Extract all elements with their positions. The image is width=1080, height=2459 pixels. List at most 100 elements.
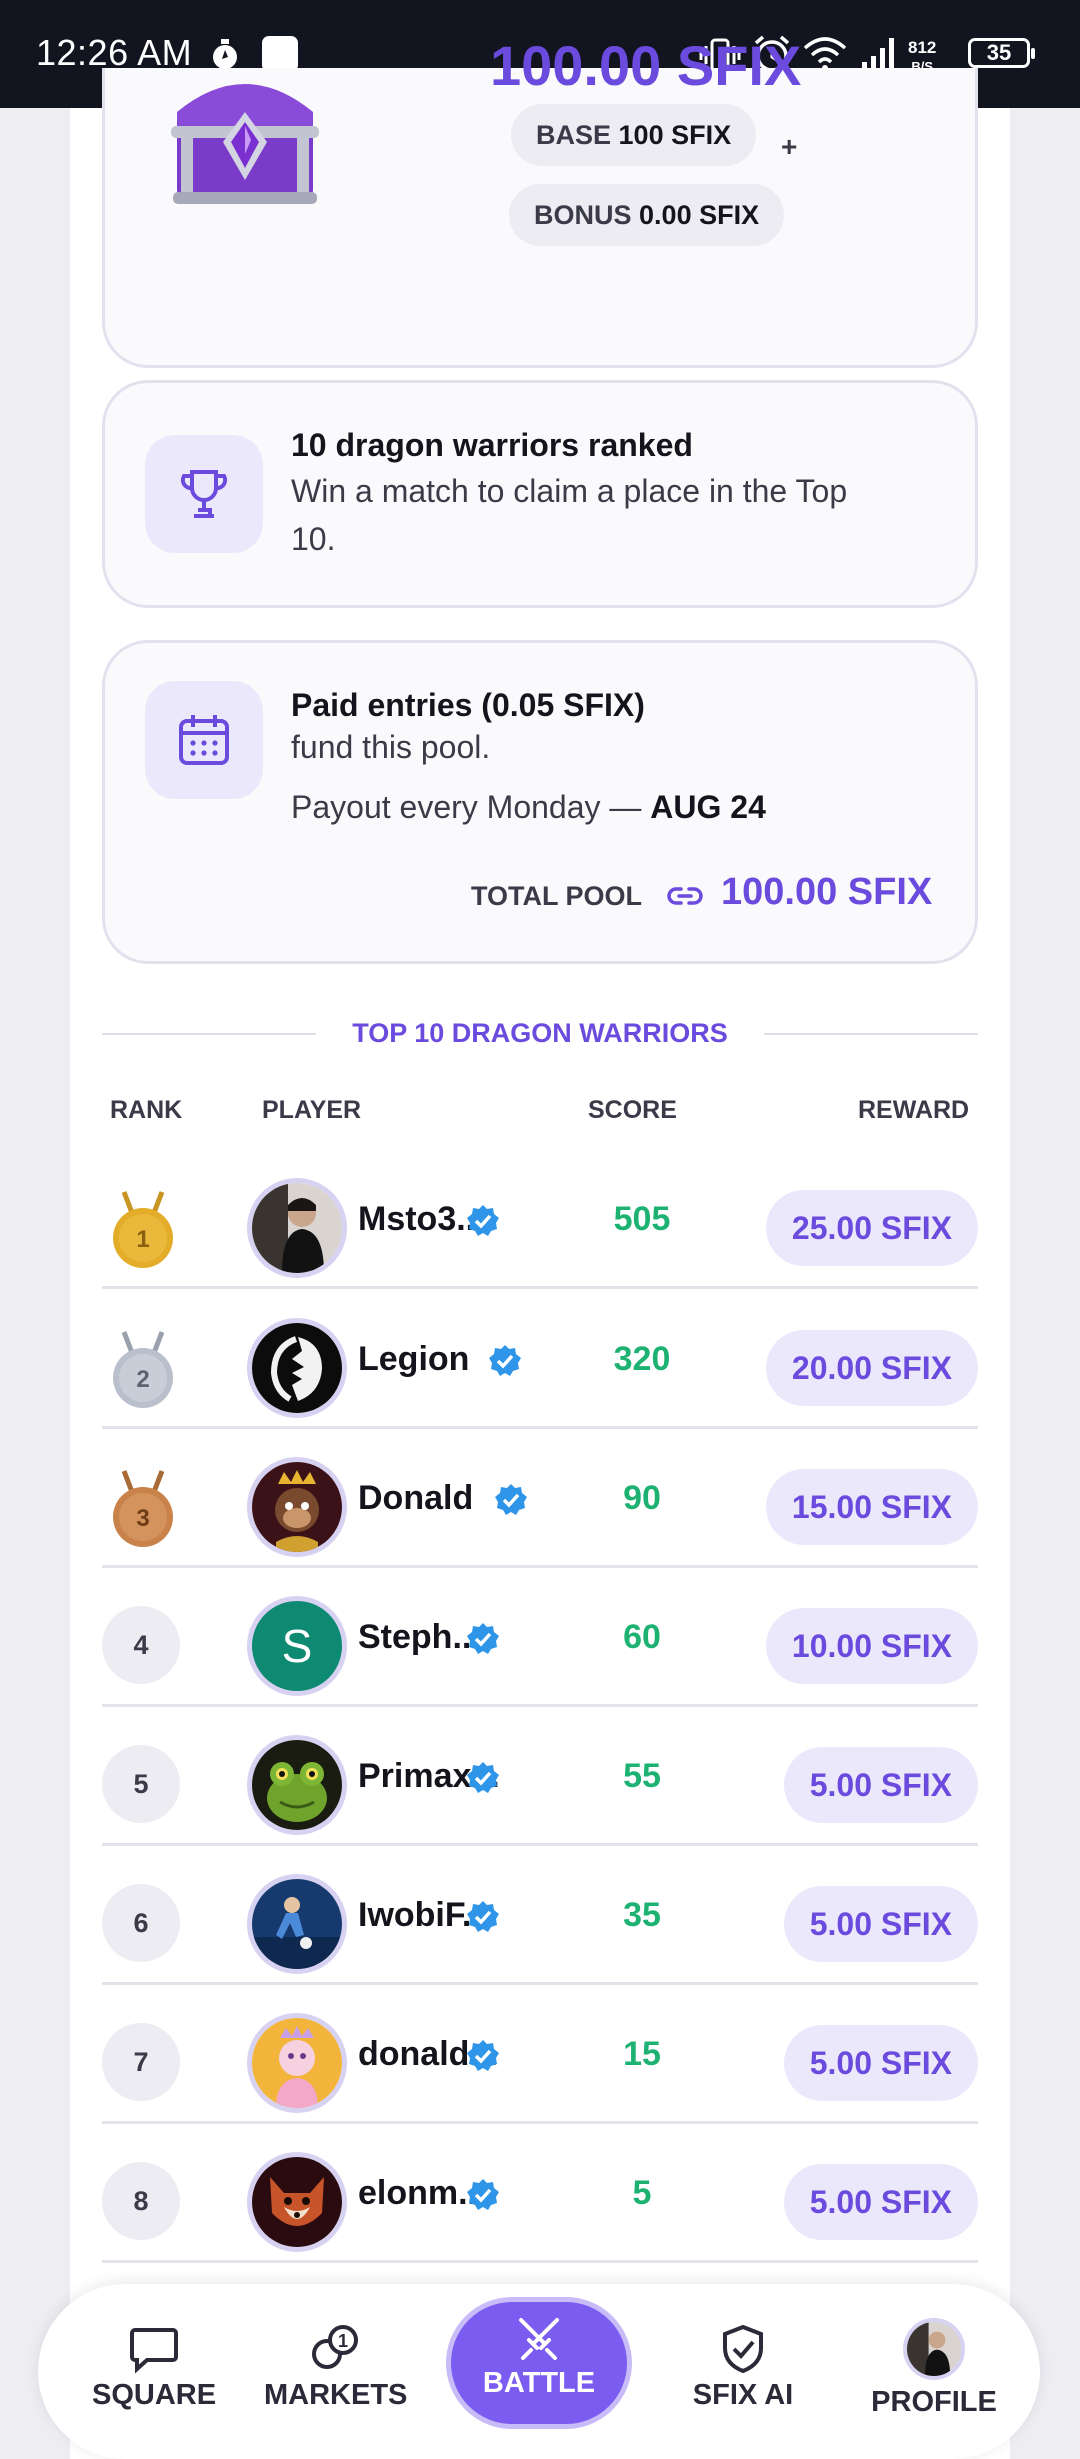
battery-indicator: 35 [968, 38, 1035, 68]
verified-badge-icon [467, 1901, 499, 1932]
svg-text:1: 1 [136, 1226, 149, 1253]
nav-profile-label: PROFILE [871, 2386, 997, 2418]
avatar[interactable] [247, 1178, 347, 1278]
nav-square[interactable]: SQUARE [92, 2284, 216, 2412]
silver-medal-icon: 2 [113, 1331, 173, 1408]
pool-title: Paid entries (0.05 SFIX) [291, 687, 645, 723]
reward-pill: 5.00 SFIX [783, 1886, 978, 1962]
score-value: 90 [623, 1479, 661, 1517]
nav-markets[interactable]: 1 MARKETS [264, 2284, 408, 2412]
link-icon [667, 887, 703, 905]
header-reward: REWARD [858, 1096, 970, 1124]
header-rank: RANK [110, 1096, 183, 1124]
nav-profile[interactable]: PROFILE [864, 2284, 1004, 2419]
nav-markets-label: MARKETS [264, 2379, 408, 2411]
svg-text:3: 3 [136, 1505, 149, 1532]
ranked-info-card: 10 dragon warriors ranked Win a match to… [102, 380, 978, 608]
reward-pill: 25.00 SFIX [765, 1190, 978, 1266]
wifi-icon [803, 37, 847, 71]
score-value: 60 [623, 1618, 661, 1656]
avatar[interactable] [247, 1457, 347, 1557]
pool-info-card: Paid entries (0.05 SFIX) fund this pool.… [102, 640, 978, 964]
reward-pill: 5.00 SFIX [783, 2164, 978, 2240]
table-row[interactable]: 4 S Steph... 60 10.00 SFIX [102, 1568, 978, 1707]
signal-icon [862, 38, 894, 70]
crossed-swords-icon [519, 2318, 559, 2360]
player-name[interactable]: Legion [358, 1340, 469, 1379]
verified-badge-icon [495, 1484, 527, 1515]
nav-sfix-ai[interactable]: SFIX AI [678, 2284, 808, 2412]
rank-number: 8 [102, 2162, 180, 2240]
verified-badge-icon [467, 1205, 499, 1236]
score-value: 5 [632, 2174, 652, 2212]
score-value: 505 [613, 1200, 671, 1238]
treasure-chest-icon [171, 84, 319, 204]
rank-number: 6 [102, 1884, 180, 1962]
reward-pill: 20.00 SFIX [765, 1330, 978, 1406]
avatar[interactable] [247, 1318, 347, 1418]
table-row[interactable]: 6 IwobiF... 35 5.00 SFIX [102, 1846, 978, 1985]
verified-badge-icon [467, 2040, 499, 2071]
bronze-medal-icon: 3 [113, 1470, 173, 1547]
avatar[interactable] [247, 2152, 347, 2252]
reward-pill: 10.00 SFIX [765, 1608, 978, 1684]
ranked-title: 10 dragon warriors ranked [291, 427, 693, 463]
avatar[interactable]: S [247, 1596, 347, 1696]
avatar[interactable] [247, 1735, 347, 1835]
header-score: SCORE [588, 1096, 677, 1124]
nav-square-label: SQUARE [92, 2379, 217, 2411]
verified-badge-icon [467, 1623, 499, 1654]
table-row[interactable]: 1 Msto3... 505 25.00 SFIX [102, 1150, 978, 1289]
leaderboard-divider: TOP 10 DRAGON WARRIORS [102, 1016, 978, 1050]
table-row[interactable]: 2 Legion 320 20.00 SFIX [102, 1290, 978, 1429]
profile-avatar [903, 2318, 965, 2380]
svg-text:1: 1 [338, 2331, 348, 2351]
rank-number: 7 [102, 2023, 180, 2101]
chat-square-icon [130, 2328, 178, 2374]
payout-text: Payout every Monday — AUG 24 [291, 789, 766, 825]
total-pool-label: TOTAL POOL [471, 881, 643, 911]
score-value: 320 [613, 1340, 671, 1378]
shield-check-icon [723, 2324, 763, 2374]
nav-sfix-ai-label: SFIX AI [692, 2379, 794, 2411]
avatar[interactable] [247, 1874, 347, 1974]
nav-battle-label: BATTLE [482, 2367, 596, 2399]
svg-text:2: 2 [136, 1366, 149, 1393]
bonus-pill: BONUS 0.00 SFIX [509, 184, 785, 246]
score-value: 55 [623, 1757, 661, 1795]
trophy-icon [180, 470, 228, 518]
table-row[interactable]: 5 Primax... 55 5.00 SFIX [102, 1707, 978, 1846]
reward-pill: 5.00 SFIX [783, 1747, 978, 1823]
reward-pill: 15.00 SFIX [765, 1469, 978, 1545]
verified-badge-icon [489, 1345, 521, 1376]
table-row[interactable]: 7 donald... 15 5.00 SFIX [102, 1985, 978, 2124]
calendar-icon-tile [145, 681, 263, 799]
reward-amount: 100.00 SFIX [490, 36, 802, 88]
ranked-text-line1: Win a match to claim a place in the Top [291, 473, 848, 509]
verified-badge-icon [467, 1762, 499, 1793]
ranked-text-line2: 10. [291, 521, 336, 557]
coins-icon: 1 [312, 2325, 358, 2369]
table-row[interactable]: 8 elonm... 5 5.00 SFIX [102, 2124, 978, 2263]
trophy-icon-tile [145, 435, 263, 553]
bottom-nav: SQUARE 1 MARKETS BATTLE SFIX AI PROFILE [38, 2284, 1040, 2459]
rank-number: 5 [102, 1745, 180, 1823]
calendar-icon [179, 715, 229, 765]
reward-card: 100.00 SFIX BASE 100 SFIX + BONUS 0.00 S… [102, 36, 978, 368]
rank-number: 4 [102, 1606, 180, 1684]
score-value: 35 [623, 1896, 661, 1934]
header-player: PLAYER [262, 1096, 362, 1124]
player-name[interactable]: Steph... [358, 1618, 481, 1657]
table-row[interactable]: 3 Donald 90 15.00 SFIX [102, 1429, 978, 1568]
base-pill: BASE 100 SFIX [511, 104, 757, 166]
nav-battle[interactable]: BATTLE [446, 2297, 632, 2429]
player-name[interactable]: Donald [358, 1479, 473, 1518]
avatar[interactable] [247, 2013, 347, 2113]
total-pool-value: 100.00 SFIX [721, 871, 933, 913]
verified-badge-icon [467, 2179, 499, 2210]
score-value: 15 [623, 2035, 661, 2073]
reward-pill: 5.00 SFIX [783, 2025, 978, 2101]
gold-medal-icon: 1 [113, 1191, 173, 1268]
pool-subtitle: fund this pool. [291, 729, 491, 765]
divider-line-right [764, 1033, 978, 1035]
